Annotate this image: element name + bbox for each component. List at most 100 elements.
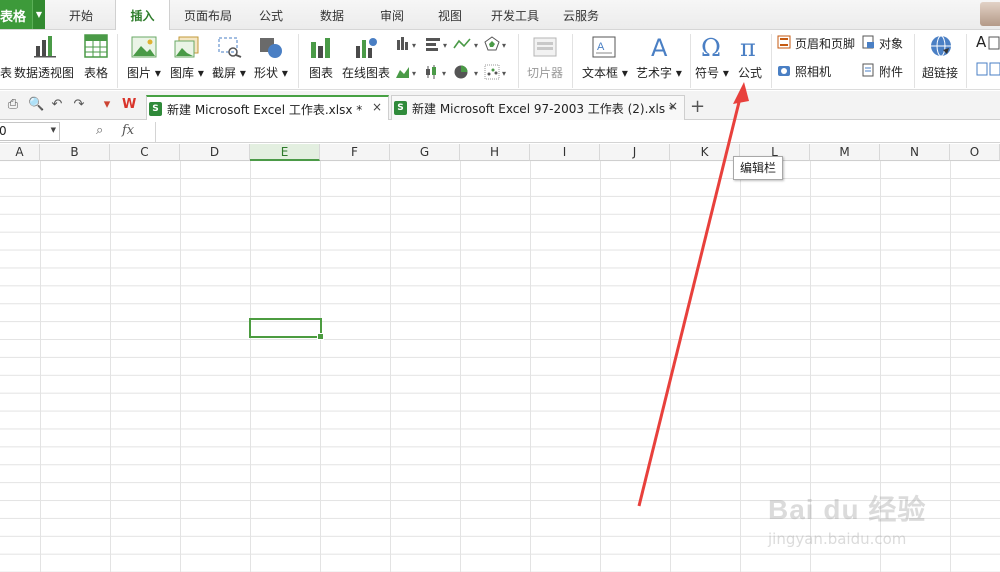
chevron-down-icon[interactable]: ▼ xyxy=(51,126,56,134)
close-tab-icon[interactable]: × xyxy=(372,100,382,114)
gallery-button[interactable]: 图库 ▾ xyxy=(168,34,206,82)
header-footer-button[interactable]: 页眉和页脚 xyxy=(777,33,859,51)
tab-home[interactable]: 开始 xyxy=(55,0,107,30)
hyperlink-label: 超链接 xyxy=(922,66,959,80)
document-tab-active[interactable]: S 新建 Microsoft Excel 工作表.xlsx * × xyxy=(146,95,389,120)
ribbon-separator xyxy=(298,34,299,88)
tab-insert[interactable]: 插入 xyxy=(115,0,170,31)
pie-chart-dropdown[interactable]: ▾ xyxy=(453,64,483,80)
gallery-label: 图库 ▾ xyxy=(170,66,204,80)
print-preview-icon[interactable]: 🔍 xyxy=(28,98,44,112)
app-menu-label: 表格 xyxy=(0,10,27,25)
pivot-chart-button[interactable]: 数据透视图 xyxy=(14,34,76,82)
symbol-button[interactable]: Ω 符号 ▾ xyxy=(695,34,731,82)
zoom-icon[interactable]: ⌕ xyxy=(96,123,103,138)
slicer-button[interactable]: 切片器 xyxy=(524,34,566,82)
print-icon[interactable]: ⎙ xyxy=(6,98,20,112)
online-chart-button[interactable]: 在线图表 xyxy=(340,34,392,82)
bar-chart-dropdown[interactable]: ▾ xyxy=(425,36,453,52)
scatter-chart-dropdown[interactable]: ▾ xyxy=(484,64,512,80)
attachment-button[interactable]: 附件 xyxy=(861,61,911,79)
ribbon-separator xyxy=(518,34,519,88)
column-chart-icon: ▾ xyxy=(397,37,416,50)
user-avatar[interactable] xyxy=(980,2,1000,26)
column-header[interactable]: A xyxy=(0,144,40,161)
picture-button[interactable]: 图片 ▾ xyxy=(125,34,163,82)
chart-icon xyxy=(311,38,330,58)
textbox-icon: A xyxy=(592,36,616,58)
radar-chart-icon: ▾ xyxy=(484,36,506,51)
object-button[interactable]: 对象 xyxy=(861,33,911,51)
gallery-icon xyxy=(174,36,199,58)
textbox-button[interactable]: A 文本框 ▾ xyxy=(580,34,628,82)
area-chart-dropdown[interactable]: ▾ xyxy=(395,64,423,80)
stock-chart-dropdown[interactable]: ▾ xyxy=(425,64,453,80)
svg-text:▾: ▾ xyxy=(502,41,506,50)
line-chart-dropdown[interactable]: ▾ xyxy=(453,36,483,52)
tab-review[interactable]: 审阅 xyxy=(368,0,416,30)
tab-cloud-service[interactable]: 云服务 xyxy=(556,0,606,30)
tab-formulas[interactable]: 公式 xyxy=(247,0,295,30)
column-header-active[interactable]: E xyxy=(250,144,320,161)
tab-page-layout[interactable]: 页面布局 xyxy=(175,0,241,30)
selected-cell[interactable] xyxy=(249,318,324,340)
tab-view[interactable]: 视图 xyxy=(426,0,474,30)
column-header[interactable]: J xyxy=(600,144,670,161)
slicer-icon xyxy=(533,37,557,57)
chart-button[interactable]: 图表 xyxy=(306,34,336,82)
svg-text:π: π xyxy=(740,34,756,60)
ribbon-separator xyxy=(690,34,691,88)
column-header[interactable]: N xyxy=(880,144,950,161)
app-menu-dropdown-icon[interactable]: ▼ xyxy=(32,0,45,29)
formula-input[interactable] xyxy=(155,122,1000,142)
tab-data[interactable]: 数据 xyxy=(308,0,356,30)
slicer-label: 切片器 xyxy=(527,66,564,80)
document-tab[interactable]: S 新建 Microsoft Excel 97-2003 工作表 (2).xls… xyxy=(391,95,685,120)
textbox-label: 文本框 ▾ xyxy=(582,66,628,80)
column-header[interactable]: O xyxy=(950,144,1000,161)
radar-chart-dropdown[interactable]: ▾ xyxy=(484,36,512,52)
column-header[interactable]: D xyxy=(180,144,250,161)
tab-developer[interactable]: 开发工具 xyxy=(483,0,547,30)
table-label: 表格 xyxy=(84,66,109,80)
header-footer-label: 页眉和页脚 xyxy=(795,37,856,51)
column-header[interactable]: K xyxy=(670,144,740,161)
ribbon-partial-label[interactable]: 表 xyxy=(0,64,12,81)
redo-icon[interactable]: ↷ xyxy=(72,98,86,112)
shape-label: 形状 ▾ xyxy=(254,66,288,80)
partial-icon[interactable] xyxy=(988,36,1000,50)
column-header[interactable]: I xyxy=(530,144,600,161)
wordart-label: 艺术字 ▾ xyxy=(636,66,682,80)
document-tab-title: 新建 Microsoft Excel 工作表.xlsx * xyxy=(167,103,363,117)
table-button[interactable]: 表格 xyxy=(82,34,110,82)
table-icon xyxy=(84,34,108,58)
svg-text:▾: ▾ xyxy=(442,69,446,78)
screenshot-button[interactable]: 截屏 ▾ xyxy=(210,34,248,82)
column-header[interactable]: H xyxy=(460,144,530,161)
wps-logo-icon[interactable]: W xyxy=(122,98,136,112)
column-header[interactable]: C xyxy=(110,144,180,161)
column-header[interactable]: M xyxy=(810,144,880,161)
app-menu-button[interactable]: 表格 ▼ xyxy=(0,0,45,29)
wordart-button[interactable]: A 艺术字 ▾ xyxy=(634,34,684,82)
column-header[interactable]: F xyxy=(320,144,390,161)
new-tab-button[interactable]: + xyxy=(690,96,705,117)
undo-icon[interactable]: ↶ xyxy=(50,98,64,112)
svg-text:A: A xyxy=(651,34,668,60)
camera-button[interactable]: 照相机 xyxy=(777,61,837,79)
column-header[interactable]: B xyxy=(40,144,110,161)
customize-quick-access-icon[interactable]: ▾ xyxy=(100,98,114,112)
picture-icon xyxy=(131,36,157,58)
column-header[interactable]: G xyxy=(390,144,460,161)
insert-function-icon[interactable]: fx xyxy=(122,123,134,138)
svg-text:▾: ▾ xyxy=(412,69,416,78)
shape-button[interactable]: 形状 ▾ xyxy=(252,34,290,82)
column-chart-dropdown[interactable]: ▾ xyxy=(395,36,423,52)
close-tab-icon[interactable]: × xyxy=(668,99,678,113)
online-chart-label: 在线图表 xyxy=(342,66,391,80)
name-box[interactable]: 0 ▼ xyxy=(0,122,60,141)
hyperlink-button[interactable]: 超链接 xyxy=(920,34,962,82)
ribbon-partial-right-label[interactable]: A xyxy=(976,33,986,51)
partial-icon[interactable] xyxy=(976,62,1000,76)
formula-button[interactable]: π 公式 xyxy=(735,34,767,82)
